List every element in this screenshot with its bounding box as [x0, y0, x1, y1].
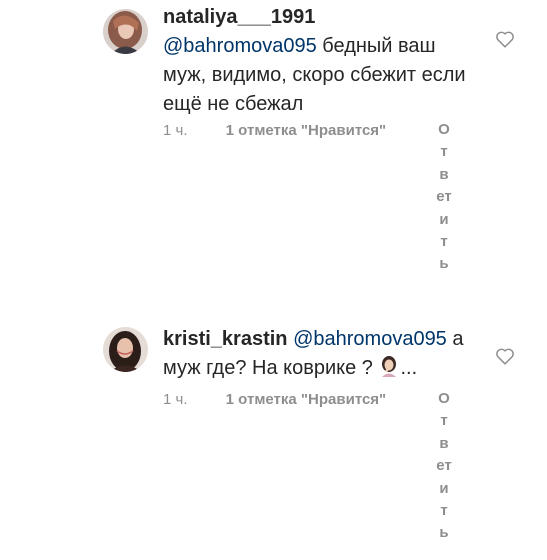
- comment-meta: 1 ч. 1 отметка "Нравится": [163, 121, 386, 141]
- comment-mention[interactable]: @bahromova095: [163, 35, 317, 57]
- heart-outline-icon: [496, 348, 514, 365]
- heart-outline-icon: [496, 31, 514, 48]
- comment-text: kristi_krastin @bahromova095 а муж где? …: [163, 325, 473, 386]
- reply-button[interactable]: Ответить: [436, 388, 452, 545]
- comment-time: 1 ч.: [163, 122, 188, 139]
- woman-facepalming-emoji: [378, 355, 400, 386]
- comment-likes[interactable]: 1 отметка "Нравится": [226, 390, 387, 410]
- comment-username[interactable]: nataliya___1991: [163, 6, 315, 28]
- avatar-image: [103, 9, 148, 54]
- avatar-image: [103, 327, 148, 372]
- like-button[interactable]: [494, 28, 516, 50]
- comment-likes[interactable]: 1 отметка "Нравится": [226, 121, 387, 141]
- like-button[interactable]: [494, 345, 516, 367]
- avatar[interactable]: [103, 9, 148, 54]
- avatar[interactable]: [103, 327, 148, 372]
- comment-mention[interactable]: @bahromova095: [293, 328, 447, 350]
- comment-time: 1 ч.: [163, 391, 188, 408]
- comment-username[interactable]: kristi_krastin: [163, 328, 288, 350]
- reply-button[interactable]: Ответить: [436, 119, 452, 276]
- comment-text: nataliya___1991 @bahromova095 бедный ваш…: [163, 3, 473, 119]
- comment-ellipsis: ...: [400, 357, 418, 379]
- comment-meta: 1 ч. 1 отметка "Нравится": [163, 390, 386, 410]
